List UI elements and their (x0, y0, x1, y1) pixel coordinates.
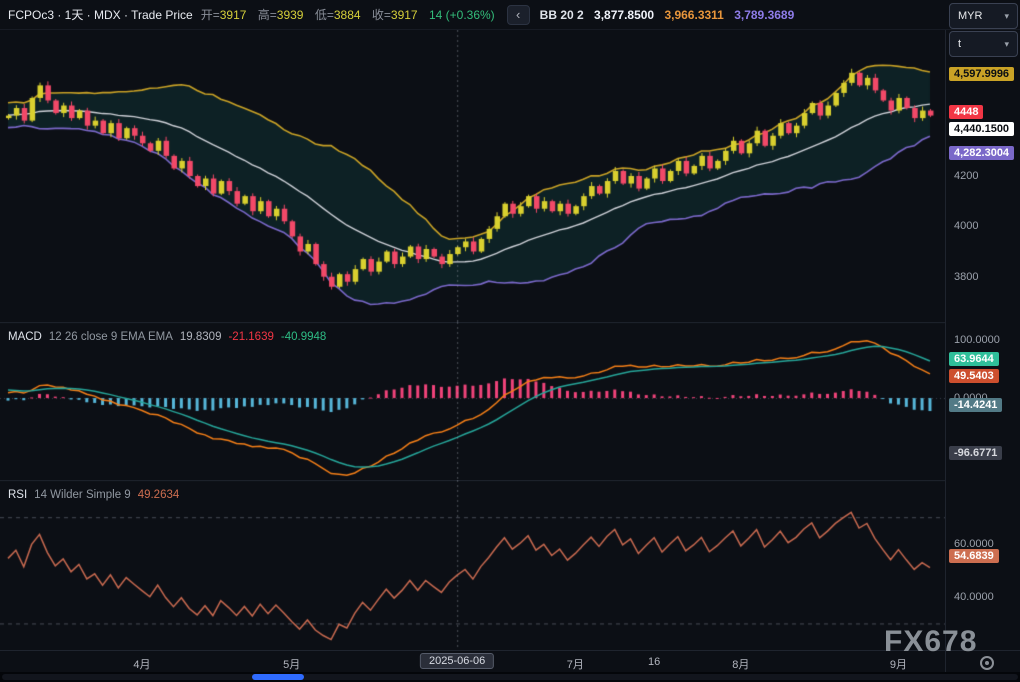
price-axis-tick: 4000 (954, 220, 978, 232)
currency-select[interactable]: MYR ▾ (949, 3, 1018, 29)
change-readout: 14 (+0.36%) (429, 8, 495, 22)
price-badge: 4,440.1500 (949, 122, 1014, 136)
close-label: 收= (372, 8, 391, 22)
macd-badge: -14.4241 (949, 398, 1002, 412)
watermark-circle-icon (980, 656, 994, 670)
low-label: 低= (315, 8, 334, 22)
rsi-badge: 54.6839 (949, 549, 999, 563)
crosshair-date-badge: 2025-06-06 (420, 653, 494, 669)
macd-line-value: -21.1639 (228, 331, 273, 343)
high-value: 3939 (277, 8, 304, 22)
macd-pane: MACD 12 26 close 9 EMA EMA 19.8309 -21.1… (0, 322, 945, 480)
chevron-down-icon: ▾ (1004, 11, 1009, 22)
macd-badge: 49.5403 (949, 369, 999, 383)
bollinger-upper-value: 3,966.3311 (664, 8, 723, 22)
rsi-axis-tick: 60.0000 (954, 538, 994, 550)
ohlc-readout: 开=3917 高=3939 低=3884 收=3917 14 (+0.36%) (193, 6, 495, 23)
price-axis-tick: 3800 (954, 271, 978, 283)
bollinger-lower-value: 3,789.3689 (734, 8, 794, 22)
unit-select-value: t (958, 38, 961, 50)
macd-axis-tick: 100.0000 (954, 334, 1000, 346)
open-label: 开= (201, 8, 220, 22)
price-badge: 4,282.3004 (949, 146, 1014, 160)
rsi-pane-canvas[interactable] (0, 480, 945, 650)
macd-name: MACD (8, 331, 42, 343)
rsi-legend: RSI 14 Wilder Simple 9 49.2634 (8, 489, 179, 501)
price-scale[interactable]: 420040003800100.00000.000060.000040.0000… (945, 30, 1020, 650)
time-axis-label: 4月 (133, 656, 150, 672)
scrollbar-thumb[interactable] (252, 674, 304, 680)
chart-header: FCPOc3 · 1天 · MDX · Trade Price 开=3917 高… (0, 0, 1020, 30)
macd-legend: MACD 12 26 close 9 EMA EMA 19.8309 -21.1… (8, 331, 326, 343)
time-scale[interactable]: 4月5月2025-06-067月168月9月 (0, 650, 945, 672)
price-axis-tick: 4200 (954, 170, 978, 182)
time-axis-label: 7月 (567, 656, 584, 672)
horizontal-scrollbar (0, 672, 1020, 682)
price-badge: 4,597.9996 (949, 67, 1014, 81)
unit-select[interactable]: t ▾ (949, 31, 1018, 57)
price-badge: 4448 (949, 105, 983, 119)
bollinger-basis-value: 3,877.8500 (594, 8, 654, 22)
time-axis-label: 8月 (732, 656, 749, 672)
rsi-params: 14 Wilder Simple 9 (34, 489, 131, 501)
rsi-value: 49.2634 (138, 489, 180, 501)
macd-hist-value: 19.8309 (180, 331, 222, 343)
high-label: 高= (258, 8, 277, 22)
rsi-axis-tick: 40.0000 (954, 591, 994, 603)
scrollbar-track[interactable] (2, 674, 1018, 680)
collapse-legend-button[interactable]: ‹ (507, 5, 530, 25)
bollinger-label: BB 20 2 (540, 8, 584, 22)
symbol-title: FCPOc3 · 1天 · MDX · Trade Price (8, 6, 193, 23)
macd-params: 12 26 close 9 EMA EMA (49, 331, 173, 343)
price-pane (0, 30, 945, 322)
trading-chart-app: FCPOc3 · 1天 · MDX · Trade Price 开=3917 高… (0, 0, 1020, 682)
open-value: 3917 (220, 8, 247, 22)
price-pane-canvas[interactable] (0, 30, 945, 322)
rsi-pane: RSI 14 Wilder Simple 9 49.2634 (0, 480, 945, 650)
chevron-down-icon: ▾ (1004, 39, 1009, 50)
macd-badge: -96.6771 (949, 446, 1002, 460)
currency-select-value: MYR (958, 10, 982, 22)
rsi-name: RSI (8, 489, 27, 501)
bollinger-legend: BB 20 2 3,877.8500 3,966.3311 3,789.3689 (540, 8, 795, 22)
macd-pane-canvas[interactable] (0, 322, 945, 480)
fx678-watermark: FX678 (884, 625, 977, 659)
close-value: 3917 (391, 8, 418, 22)
low-value: 3884 (334, 8, 361, 22)
macd-signal-value: -40.9948 (281, 331, 326, 343)
time-axis-label: 5月 (283, 656, 300, 672)
time-axis-label: 16 (648, 656, 660, 668)
macd-badge: 63.9644 (949, 352, 999, 366)
